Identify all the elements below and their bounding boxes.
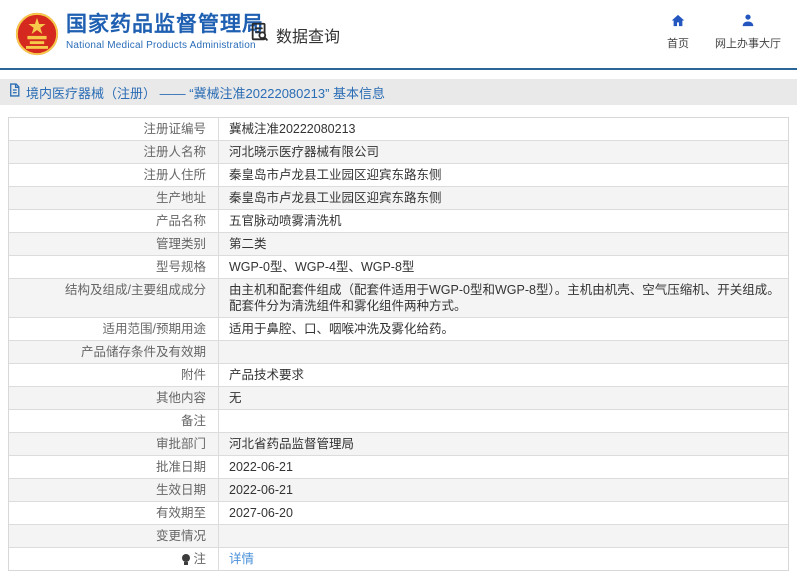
- row-label-text: 变更情况: [155, 529, 206, 543]
- table-row: 注册人住所 秦皇岛市卢龙县工业园区迎宾东路东侧: [9, 164, 788, 187]
- row-label: 产品名称: [9, 210, 219, 232]
- row-label-text: 产品储存条件及有效期: [80, 345, 206, 359]
- row-value: 2022-06-21: [229, 483, 293, 497]
- table-row: 变更情况: [9, 525, 788, 548]
- row-label: 结构及组成/主要组成成分: [9, 279, 219, 317]
- row-label: 产品储存条件及有效期: [9, 341, 219, 363]
- table-row: 有效期至 2027-06-20: [9, 502, 788, 525]
- row-value: 冀械注准20222080213: [229, 122, 356, 136]
- row-label-text: 管理类别: [155, 237, 206, 251]
- nav-item-home[interactable]: 首页: [667, 13, 689, 51]
- table-row: 注 详情: [9, 548, 788, 570]
- row-label-text: 产品名称: [155, 214, 206, 228]
- row-value: 2022-06-21: [229, 460, 293, 474]
- table-row: 注册证编号 冀械注准20222080213: [9, 118, 788, 141]
- row-label-text: 批准日期: [155, 460, 206, 474]
- table-row: 产品名称 五官脉动喷雾清洗机: [9, 210, 788, 233]
- row-label: 生效日期: [9, 479, 219, 501]
- row-label: 注册人名称: [9, 141, 219, 163]
- row-value: 由主机和配套件组成（配套件适用于WGP-0型和WGP-8型）。主机由机壳、空气压…: [229, 283, 780, 313]
- agency-subtitle: National Medical Products Administration: [66, 40, 256, 51]
- table-row: 批准日期 2022-06-21: [9, 456, 788, 479]
- row-value: [219, 525, 788, 547]
- row-label: 其他内容: [9, 387, 219, 409]
- lightbulb-icon: [182, 554, 191, 565]
- row-value: WGP-0型、WGP-4型、WGP-8型: [229, 260, 415, 274]
- row-label-text: 附件: [180, 368, 206, 382]
- row-value: 适用于鼻腔、口、咽喉冲洗及雾化给药。: [229, 322, 455, 336]
- row-label: 注册证编号: [9, 118, 219, 140]
- table-row: 产品储存条件及有效期: [9, 341, 788, 364]
- row-label: 审批部门: [9, 433, 219, 455]
- agency-title: 国家药品监督管理局: [66, 13, 264, 36]
- data-query-label: 数据查询: [276, 28, 341, 46]
- data-query-icon: [249, 21, 271, 48]
- row-label: 型号规格: [9, 256, 219, 278]
- row-label-text: 其他内容: [155, 391, 206, 405]
- nav-service-hall-label: 网上办事大厅: [715, 38, 781, 50]
- nav-item-service-hall[interactable]: 网上办事大厅: [715, 13, 781, 51]
- row-label-text: 审批部门: [155, 437, 206, 451]
- row-value: 2027-06-20: [229, 506, 293, 520]
- row-label: 生产地址: [9, 187, 219, 209]
- table-row: 管理类别 第二类: [9, 233, 788, 256]
- row-label: 注: [9, 548, 219, 570]
- row-label: 适用范围/预期用途: [9, 318, 219, 340]
- national-emblem-logo: [14, 11, 60, 62]
- breadcrumb: 境内医疗器械（注册） —— “冀械注准20222080213” 基本信息: [0, 79, 797, 105]
- row-label-text: 注册人住所: [143, 168, 206, 182]
- table-row: 审批部门 河北省药品监督管理局: [9, 433, 788, 456]
- row-value: 第二类: [229, 237, 267, 251]
- row-label-text: 注: [193, 552, 206, 566]
- row-label-text: 有效期至: [155, 506, 206, 520]
- breadcrumb-title: 境内医疗器械（注册） —— “冀械注准20222080213” 基本信息: [26, 85, 386, 101]
- table-row: 生产地址 秦皇岛市卢龙县工业园区迎宾东路东侧: [9, 187, 788, 210]
- table-row: 结构及组成/主要组成成分 由主机和配套件组成（配套件适用于WGP-0型和WGP-8…: [9, 279, 788, 318]
- row-value: 产品技术要求: [229, 368, 305, 382]
- document-icon: [8, 82, 21, 102]
- row-value: 河北晓示医疗器械有限公司: [229, 145, 380, 159]
- agency-logo-text: 国家药品监督管理局 National Medical Products Admi…: [66, 13, 264, 51]
- detail-link[interactable]: 详情: [229, 552, 254, 566]
- row-label-text: 注册人名称: [143, 145, 206, 159]
- home-icon: [670, 13, 686, 31]
- row-label-text: 生产地址: [155, 191, 206, 205]
- row-label-text: 型号规格: [155, 260, 206, 274]
- row-label: 变更情况: [9, 525, 219, 547]
- table-row: 备注: [9, 410, 788, 433]
- data-query-section[interactable]: 数据查询: [249, 21, 340, 48]
- table-row: 生效日期 2022-06-21: [9, 479, 788, 502]
- row-label-text: 适用范围/预期用途: [102, 322, 206, 336]
- row-label-text: 结构及组成/主要组成成分: [65, 283, 206, 297]
- page-header: 国家药品监督管理局 National Medical Products Admi…: [0, 0, 797, 70]
- row-label: 管理类别: [9, 233, 219, 255]
- table-row: 注册人名称 河北晓示医疗器械有限公司: [9, 141, 788, 164]
- table-row: 适用范围/预期用途 适用于鼻腔、口、咽喉冲洗及雾化给药。: [9, 318, 788, 341]
- table-row: 附件 产品技术要求: [9, 364, 788, 387]
- table-row: 其他内容 无: [9, 387, 788, 410]
- row-label-text: 注册证编号: [143, 122, 206, 136]
- row-label-text: 备注: [180, 414, 206, 428]
- row-label-text: 生效日期: [155, 483, 206, 497]
- row-value: 无: [229, 391, 242, 405]
- row-value: [219, 341, 788, 363]
- row-value: 详情: [219, 548, 788, 570]
- row-label: 注册人住所: [9, 164, 219, 186]
- user-icon: [740, 13, 756, 31]
- row-value: 五官脉动喷雾清洗机: [229, 214, 342, 228]
- row-value: 河北省药品监督管理局: [229, 437, 355, 451]
- row-value: 秦皇岛市卢龙县工业园区迎宾东路东侧: [229, 168, 442, 182]
- row-value: [219, 410, 788, 432]
- row-label: 有效期至: [9, 502, 219, 524]
- registration-table: 注册证编号 冀械注准20222080213 注册人名称 河北晓示医疗器械有限公司 注册人…: [8, 117, 789, 571]
- row-label: 备注: [9, 410, 219, 432]
- table-row: 型号规格 WGP-0型、WGP-4型、WGP-8型: [9, 256, 788, 279]
- top-nav: 首页 网上办事大厅: [667, 13, 781, 51]
- nav-home-label: 首页: [667, 38, 689, 50]
- row-value: 秦皇岛市卢龙县工业园区迎宾东路东侧: [229, 191, 442, 205]
- row-label: 批准日期: [9, 456, 219, 478]
- row-label: 附件: [9, 364, 219, 386]
